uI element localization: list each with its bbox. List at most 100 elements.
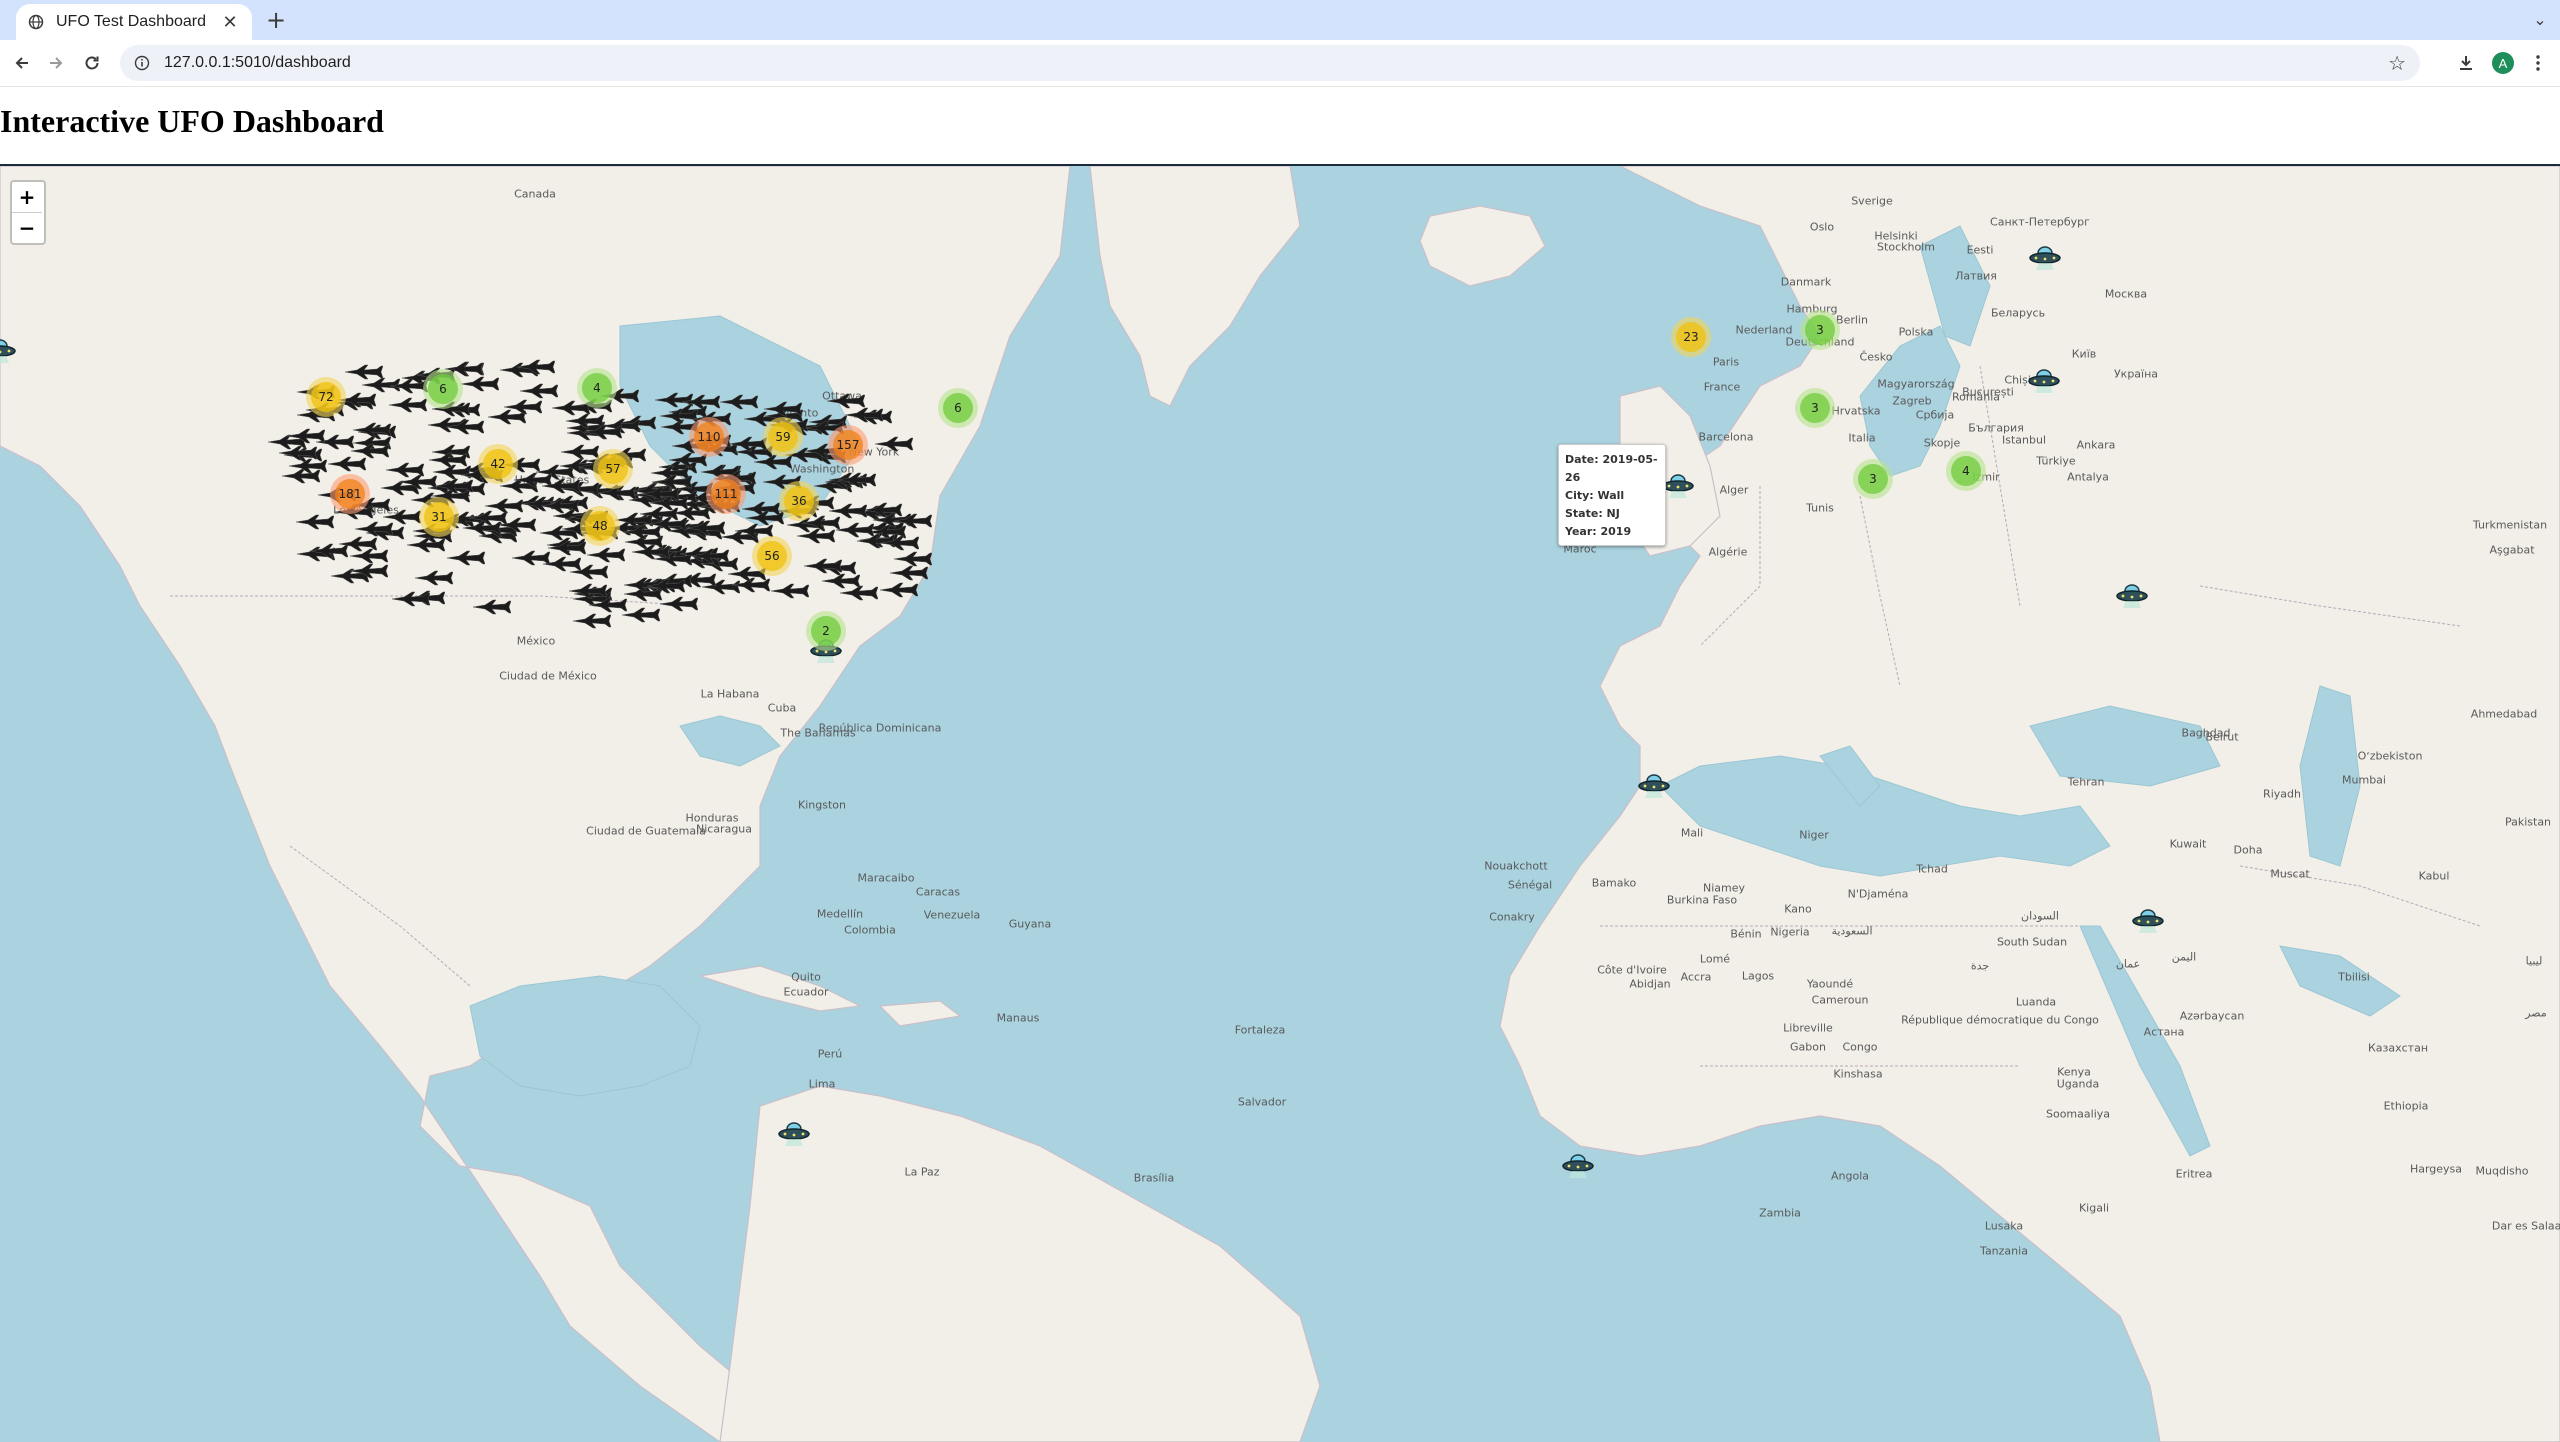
jet-marker-icon[interactable] <box>802 558 843 574</box>
jet-marker-icon[interactable] <box>689 548 729 564</box>
cluster-marker[interactable]: 4 <box>577 368 617 408</box>
jet-marker-icon[interactable] <box>502 399 542 415</box>
cluster-marker[interactable]: 42 <box>478 444 518 484</box>
ufo-marker-icon[interactable] <box>777 1121 811 1147</box>
jet-marker-icon[interactable] <box>384 462 425 478</box>
jet-marker-icon[interactable] <box>834 522 874 538</box>
cluster-marker[interactable]: 3 <box>1853 459 1893 499</box>
cluster-marker[interactable]: 3 <box>1795 388 1835 428</box>
cluster-marker[interactable]: 31 <box>419 497 459 537</box>
jet-marker-icon[interactable] <box>825 393 865 409</box>
jet-marker-icon[interactable] <box>308 543 348 559</box>
jet-marker-icon[interactable] <box>351 422 392 438</box>
cluster-marker[interactable]: 111 <box>706 474 746 514</box>
cluster-marker[interactable]: 48 <box>580 506 620 546</box>
cluster-marker[interactable]: 23 <box>1671 317 1711 357</box>
jet-marker-icon[interactable] <box>413 570 453 586</box>
map-basemap[interactable] <box>0 166 2560 1442</box>
jet-marker-icon[interactable] <box>836 472 877 488</box>
jet-marker-icon[interactable] <box>582 424 623 440</box>
jet-marker-icon[interactable] <box>892 551 932 567</box>
jet-marker-icon[interactable] <box>444 419 485 435</box>
close-tab-icon[interactable]: ✕ <box>220 12 240 33</box>
jet-marker-icon[interactable] <box>762 401 802 417</box>
jet-marker-icon[interactable] <box>541 556 582 572</box>
profile-avatar[interactable]: A <box>2492 52 2514 74</box>
address-bar[interactable]: 127.0.0.1:5010/dashboard ☆ <box>120 45 2420 81</box>
jet-marker-icon[interactable] <box>433 478 474 494</box>
jet-marker-icon[interactable] <box>471 599 512 615</box>
ufo-marker-icon[interactable] <box>2115 583 2149 609</box>
download-button[interactable] <box>2452 49 2480 77</box>
cluster-marker[interactable]: 72 <box>306 377 346 417</box>
jet-marker-icon[interactable] <box>685 520 726 536</box>
cluster-marker[interactable]: 2 <box>806 611 846 651</box>
cluster-marker[interactable]: 56 <box>752 536 792 576</box>
jet-marker-icon[interactable] <box>427 452 467 468</box>
jet-marker-icon[interactable] <box>873 436 914 452</box>
jet-marker-icon[interactable] <box>658 596 699 612</box>
cluster-marker[interactable]: 57 <box>593 449 633 489</box>
ufo-marker-icon[interactable] <box>1637 773 1671 799</box>
jet-marker-icon[interactable] <box>647 516 687 532</box>
jet-marker-icon[interactable] <box>445 550 486 566</box>
jet-marker-icon[interactable] <box>343 364 384 380</box>
cluster-marker[interactable]: 110 <box>689 417 729 457</box>
jet-marker-icon[interactable] <box>888 565 929 581</box>
tab-search-chevron-icon[interactable]: ⌄ <box>2526 6 2554 34</box>
jet-marker-icon[interactable] <box>294 514 335 530</box>
jet-marker-icon[interactable] <box>585 547 626 563</box>
jet-marker-icon[interactable] <box>461 520 501 536</box>
browser-tab[interactable]: UFO Test Dashboard ✕ <box>16 4 252 40</box>
bookmark-star-icon[interactable]: ☆ <box>2388 51 2406 75</box>
jet-marker-icon[interactable] <box>390 591 431 607</box>
back-button[interactable] <box>8 49 36 77</box>
jet-marker-icon[interactable] <box>630 544 671 560</box>
jet-marker-icon[interactable] <box>645 578 686 594</box>
ufo-marker-icon[interactable] <box>2028 245 2062 271</box>
jet-marker-icon[interactable] <box>539 498 580 514</box>
cluster-marker[interactable]: 157 <box>828 425 868 465</box>
jet-marker-icon[interactable] <box>546 540 587 556</box>
jet-marker-icon[interactable] <box>515 359 555 375</box>
ufo-marker-icon[interactable] <box>2131 908 2165 934</box>
site-info-icon[interactable] <box>134 55 150 71</box>
zoom-out-button[interactable]: − <box>12 212 42 243</box>
jet-marker-icon[interactable] <box>727 436 768 452</box>
jet-marker-icon[interactable] <box>878 582 919 598</box>
new-tab-button[interactable]: + <box>262 6 290 34</box>
ufo-marker-icon[interactable] <box>1661 473 1695 499</box>
jet-marker-icon[interactable] <box>769 583 810 599</box>
jet-marker-icon[interactable] <box>843 407 883 423</box>
jet-marker-icon[interactable] <box>381 509 421 525</box>
cluster-marker[interactable]: 6 <box>423 369 463 409</box>
jet-marker-icon[interactable] <box>571 613 612 629</box>
cluster-marker[interactable]: 36 <box>779 481 819 521</box>
jet-marker-icon[interactable] <box>405 537 446 553</box>
jet-marker-icon[interactable] <box>348 563 388 579</box>
reload-button[interactable] <box>78 49 106 77</box>
jet-marker-icon[interactable] <box>518 383 558 399</box>
jet-marker-icon[interactable] <box>540 478 580 494</box>
cluster-marker[interactable]: 6 <box>938 388 978 428</box>
zoom-in-button[interactable]: + <box>12 182 42 212</box>
jet-marker-icon[interactable] <box>718 394 759 410</box>
jet-marker-icon[interactable] <box>285 428 325 444</box>
jet-marker-icon[interactable] <box>820 573 861 589</box>
cluster-marker[interactable]: 4 <box>1946 451 1986 491</box>
jet-marker-icon[interactable] <box>652 474 692 490</box>
jet-marker-icon[interactable] <box>879 535 920 551</box>
ufo-map[interactable]: Canada Sverige Oslo Helsinki Stockholm Eesti Л… <box>0 164 2560 1442</box>
ufo-marker-icon[interactable] <box>2027 368 2061 394</box>
cluster-marker[interactable]: 181 <box>330 474 370 514</box>
jet-marker-icon[interactable] <box>459 376 500 392</box>
cluster-marker[interactable]: 3 <box>1800 310 1840 350</box>
jet-marker-icon[interactable] <box>587 597 628 613</box>
jet-marker-icon[interactable] <box>348 548 389 564</box>
forward-button[interactable] <box>42 49 70 77</box>
jet-marker-icon[interactable] <box>892 513 933 529</box>
jet-marker-icon[interactable] <box>387 397 427 413</box>
jet-marker-icon[interactable] <box>326 456 367 472</box>
cluster-marker[interactable]: 59 <box>763 417 803 457</box>
ufo-marker-icon[interactable] <box>1561 1153 1595 1179</box>
